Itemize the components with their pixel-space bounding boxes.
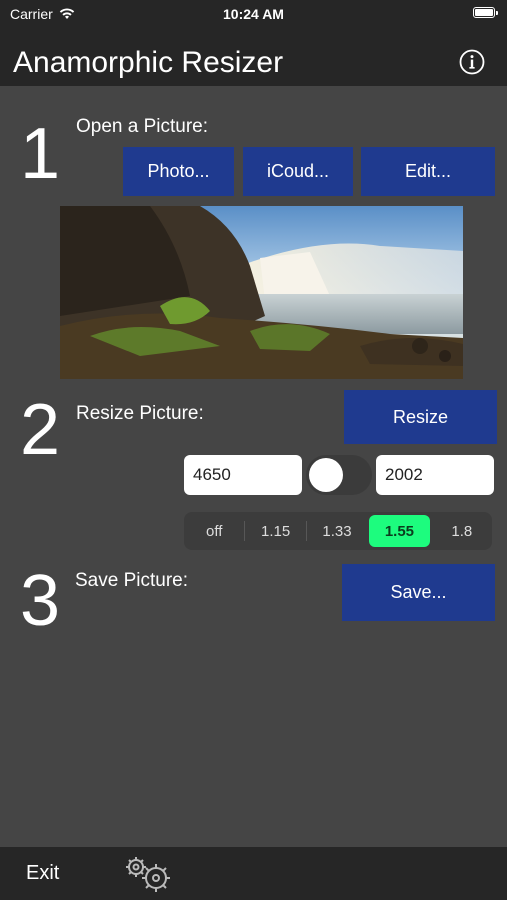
info-circle-icon[interactable] (459, 49, 485, 75)
resize-button[interactable]: Resize (344, 390, 497, 444)
step-3-number: 3 (20, 561, 61, 641)
segment-1-33[interactable]: 1.33 (307, 515, 367, 547)
gears-icon[interactable] (122, 855, 174, 893)
icloud-button[interactable]: iCoud... (243, 147, 353, 196)
segment-1-55[interactable]: 1.55 (369, 515, 430, 547)
toggle-knob (309, 458, 343, 492)
status-time: 10:24 AM (223, 6, 284, 22)
segment-1-8[interactable]: 1.8 (432, 515, 492, 547)
width-input[interactable]: 4650 (184, 455, 302, 495)
battery-icon (473, 7, 498, 18)
step-1-number: 1 (20, 114, 61, 194)
segment-off[interactable]: off (184, 515, 244, 547)
exit-button[interactable]: Exit (26, 862, 59, 885)
step-2-label: Resize Picture: (76, 403, 204, 424)
aspect-lock-toggle[interactable] (306, 455, 372, 495)
squeeze-factor-segmented-control: off 1.15 1.33 1.55 1.8 (184, 512, 492, 550)
photo-button[interactable]: Photo... (123, 147, 234, 196)
save-button[interactable]: Save... (342, 564, 495, 621)
segment-1-15[interactable]: 1.15 (245, 515, 305, 547)
height-input[interactable]: 2002 (376, 455, 494, 495)
edit-button[interactable]: Edit... (361, 147, 495, 196)
landscape-waterfall-photo (60, 206, 463, 379)
page-title: Anamorphic Resizer (13, 46, 284, 79)
bottom-toolbar (0, 847, 507, 900)
step-3-label: Save Picture: (75, 570, 188, 591)
step-1-label: Open a Picture: (76, 116, 209, 137)
step-2-number: 2 (20, 390, 61, 470)
